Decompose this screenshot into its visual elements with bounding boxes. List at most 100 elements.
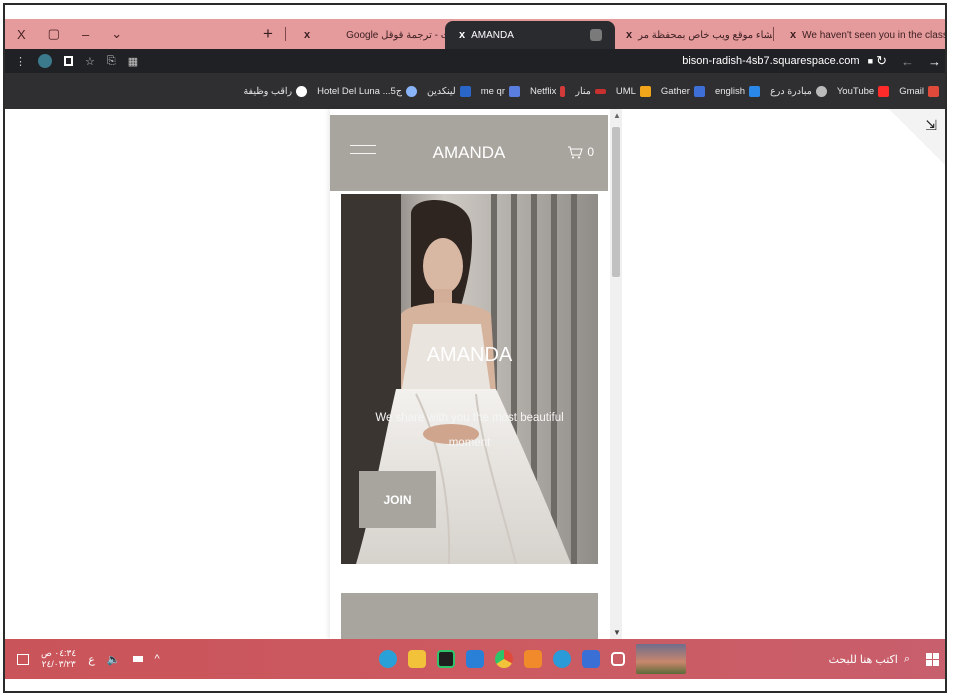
- nav-buttons: ↻ ← →: [876, 49, 941, 73]
- scroll-up-arrow-icon[interactable]: ▲: [613, 111, 621, 120]
- volume-icon[interactable]: 🔈: [107, 653, 121, 666]
- bookmark-gather[interactable]: Gather: [661, 85, 705, 97]
- squarespace-favicon-icon: [590, 29, 602, 41]
- bookmarks-bar: راقب وظيفة Hotel Del Luna ...ج5 لينكدين …: [5, 73, 945, 109]
- reload-icon[interactable]: ↻: [876, 53, 887, 69]
- bookmark-label: me qr: [480, 85, 505, 97]
- screen-frame: X ▢ – ⌄ + x Google بحث - ترجمة قوقل x AM…: [3, 3, 947, 693]
- page-scrollbar[interactable]: ▲ ▼: [610, 109, 622, 639]
- chevron-up-icon[interactable]: ^: [155, 653, 160, 665]
- input-language[interactable]: ع: [88, 653, 95, 666]
- url-field[interactable]: bison-radish-4sb7.squarespace.com ■: [682, 49, 873, 73]
- tab-gmail[interactable]: x We haven't seen you in the class: [776, 21, 945, 49]
- new-tab-button[interactable]: +: [263, 19, 273, 49]
- site-brand[interactable]: AMANDA: [330, 115, 608, 191]
- share-icon[interactable]: ⎘: [107, 55, 116, 68]
- menu-dots-icon[interactable]: ⋮: [15, 55, 26, 68]
- start-button-icon[interactable]: [926, 652, 939, 666]
- telegram-icon[interactable]: [379, 650, 397, 668]
- close-tab-icon[interactable]: x: [626, 29, 632, 41]
- window-controls: X ▢ – ⌄: [17, 19, 122, 49]
- chrome-icon[interactable]: [495, 650, 513, 668]
- gmail-icon: [928, 85, 939, 97]
- tab-google-translate[interactable]: x Google بحث - ترجمة قوقل: [290, 21, 450, 49]
- windows-taskbar: ٠٤:٣٤ ص ٢٤/٠٣/٢٣ ع 🔈 ^ اكتب هنا للبحث ⌕: [5, 639, 945, 679]
- task-view-icon[interactable]: [611, 652, 625, 666]
- bookmark-youtube[interactable]: YouTube: [836, 85, 890, 97]
- minimize-window-button[interactable]: –: [82, 27, 89, 42]
- back-arrow-icon[interactable]: ←: [901, 54, 914, 69]
- bookmark-manar[interactable]: منار: [575, 86, 606, 97]
- bookmark-uml[interactable]: UML: [615, 85, 651, 97]
- weather-widget-icon[interactable]: [636, 644, 686, 674]
- close-tab-icon[interactable]: x: [304, 29, 310, 41]
- store-icon[interactable]: [582, 650, 600, 668]
- bookmark-label: Gmail: [899, 85, 924, 97]
- bookmark-linkedin[interactable]: لينكدين: [426, 85, 471, 97]
- system-clock[interactable]: ٠٤:٣٤ ص ٢٤/٠٣/٢٣: [41, 648, 76, 670]
- search-icon: ⌕: [903, 652, 910, 665]
- hero-title: AMANDA: [426, 344, 513, 366]
- bookmark-label: لينكدين: [426, 85, 456, 97]
- notification-icon[interactable]: [17, 653, 29, 665]
- page-viewport: ⇲ AMANDA 0 AMANDA We share with you the …: [5, 109, 945, 639]
- close-tab-icon[interactable]: x: [790, 29, 796, 41]
- tab-amanda[interactable]: x AMANDA: [445, 21, 615, 49]
- maximize-window-button[interactable]: ▢: [48, 26, 60, 42]
- bookmark-label: english: [714, 85, 746, 97]
- site-header: AMANDA 0: [330, 115, 608, 191]
- mail-icon[interactable]: [466, 650, 484, 668]
- extension-icon[interactable]: ▦: [128, 55, 138, 68]
- bookmark-label: مبادرة درع: [770, 85, 812, 97]
- join-button[interactable]: JOIN: [359, 471, 436, 528]
- taskbar-apps: [379, 639, 686, 679]
- sidebar-icon[interactable]: [64, 56, 73, 66]
- bookmark-english[interactable]: english: [714, 85, 761, 97]
- taskbar-search: اكتب هنا للبحث ⌕: [829, 639, 939, 679]
- gather-icon: [693, 85, 705, 97]
- bookmark-label: Hotel Del Luna ...ج5: [317, 85, 402, 97]
- bookmark-hotel-del-luna[interactable]: Hotel Del Luna ...ج5: [317, 85, 417, 97]
- pycharm-icon[interactable]: [437, 650, 455, 668]
- app-orange-icon[interactable]: [524, 650, 542, 668]
- globe-icon: [405, 85, 417, 97]
- close-tab-icon[interactable]: x: [459, 29, 465, 41]
- lock-icon: ■: [867, 56, 873, 66]
- scroll-down-arrow-icon[interactable]: ▼: [613, 628, 621, 637]
- qr-icon: [509, 85, 520, 97]
- tab-search-button[interactable]: ⌄: [111, 26, 122, 42]
- edge-icon[interactable]: [553, 650, 571, 668]
- netflix-icon: [560, 85, 566, 97]
- file-explorer-icon[interactable]: [408, 650, 426, 668]
- bookmark-me-qr[interactable]: me qr: [480, 85, 520, 97]
- toolbar-left-icons: ⋮ ☆ ⎘ ▦: [15, 49, 138, 73]
- cart-count: 0: [587, 145, 594, 159]
- bookmark-netflix[interactable]: Netflix: [530, 85, 566, 97]
- search-box[interactable]: اكتب هنا للبحث ⌕: [829, 653, 910, 666]
- globe-icon: [815, 85, 827, 97]
- bookmark-star-icon[interactable]: ☆: [85, 55, 95, 68]
- profile-avatar-icon[interactable]: [38, 54, 52, 68]
- url-text[interactable]: bison-radish-4sb7.squarespace.com: [682, 55, 859, 67]
- forward-arrow-icon[interactable]: →: [928, 54, 941, 69]
- uml-icon: [639, 85, 651, 97]
- bookmark-label: YouTube: [836, 85, 875, 97]
- tab-label: Google بحث - ترجمة قوقل: [346, 29, 450, 41]
- next-section-block: [341, 593, 598, 639]
- battery-icon[interactable]: [132, 656, 143, 662]
- manar-icon: [594, 88, 606, 94]
- tab-label: AMANDA: [471, 29, 514, 41]
- youtube-icon: [878, 85, 890, 97]
- bookmark-job-watch[interactable]: راقب وظيفة: [243, 85, 308, 97]
- bookmark-gmail[interactable]: Gmail: [899, 85, 939, 97]
- bookmark-icon: [296, 85, 308, 97]
- browser-tabbar: X ▢ – ⌄ + x Google بحث - ترجمة قوقل x AM…: [5, 19, 945, 49]
- close-window-button[interactable]: X: [17, 27, 26, 42]
- bookmark-label: UML: [615, 85, 636, 97]
- scrollbar-thumb[interactable]: [612, 127, 620, 277]
- bookmark-dir-initiative[interactable]: مبادرة درع: [770, 85, 827, 97]
- resize-arrow-icon[interactable]: ⇲: [925, 117, 937, 134]
- cart-button[interactable]: 0: [567, 145, 594, 159]
- search-placeholder: اكتب هنا للبحث: [828, 653, 898, 666]
- tab-portfolio[interactable]: x إنشاء موقع ويب خاص بمحفظة مر: [612, 21, 772, 49]
